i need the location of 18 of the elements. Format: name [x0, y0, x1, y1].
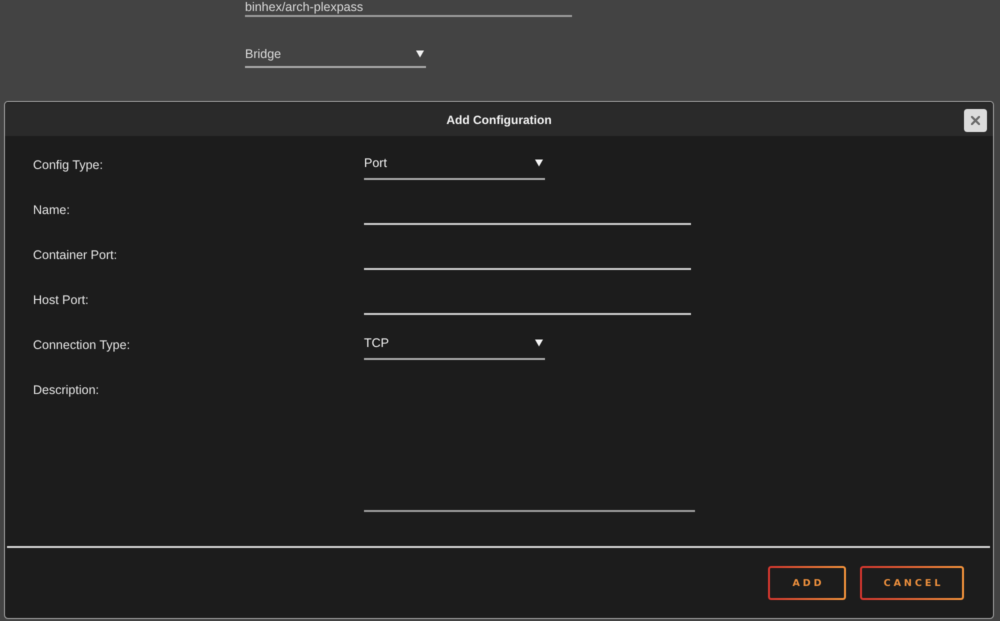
field-label: Host Port: — [33, 292, 89, 308]
caret-icon — [535, 339, 543, 347]
dialog-title: Add Configuration — [446, 112, 552, 126]
dropdown-field[interactable]: TCP — [364, 330, 545, 360]
dropdown-field[interactable]: Port — [364, 150, 545, 180]
field-label: Container Port: — [33, 247, 118, 263]
close-icon — [971, 116, 980, 125]
caret-icon — [535, 159, 543, 167]
input-field[interactable]: binhex/arch-plexpass — [245, 0, 572, 17]
field-label: Config Type: — [33, 157, 103, 173]
cancel-button[interactable]: CANCEL — [860, 566, 964, 600]
add-button[interactable]: ADD — [768, 566, 846, 600]
close-button[interactable] — [964, 109, 987, 132]
caret-icon — [416, 50, 424, 58]
field-label: Description: — [33, 382, 99, 398]
dropdown-field[interactable]: Bridge — [245, 42, 426, 68]
field-label: Connection Type: — [33, 337, 130, 353]
field-label: Name: — [33, 202, 70, 218]
